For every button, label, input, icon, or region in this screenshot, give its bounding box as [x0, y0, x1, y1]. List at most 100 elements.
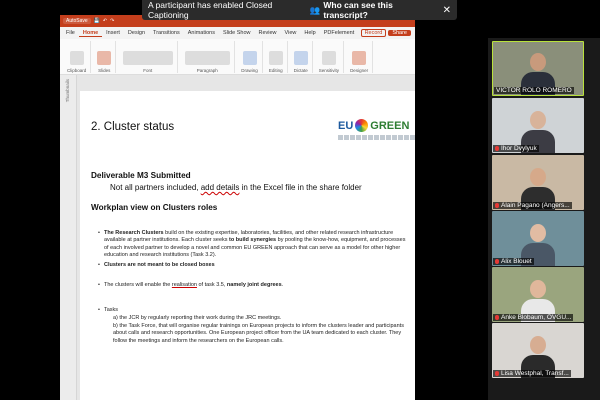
participant-name-text: Alain Pagano (Angers... — [501, 202, 570, 209]
bullet-bold: namely joint degrees — [226, 282, 282, 288]
tab-help[interactable]: Help — [300, 30, 319, 36]
bullet-text: The clusters will enable the — [104, 282, 172, 288]
tab-view[interactable]: View — [281, 30, 301, 36]
participant-name-text: VICTOR ROLO ROMERO — [496, 87, 572, 94]
bullet-bold: to build synergies — [229, 237, 277, 244]
sub-bullet-jcr: a) the JCR by regularly reporting their … — [113, 315, 282, 321]
muted-mic-icon — [495, 202, 499, 208]
ribbon-group-font[interactable]: Font — [118, 41, 179, 73]
ribbon-group-label: Clipboard — [67, 68, 87, 73]
font-controls-icon — [122, 51, 173, 65]
tab-slide-show[interactable]: Slide Show — [219, 30, 255, 36]
ribbon-group-label: Sensitivity — [318, 68, 340, 73]
ribbon-group-label: Slides — [98, 68, 111, 73]
sensitivity-icon — [321, 51, 336, 65]
muted-mic-icon — [495, 145, 499, 151]
ribbon-group-label: Dictate — [293, 68, 308, 73]
close-icon[interactable]: ✕ — [443, 5, 451, 16]
workplan-heading: Workplan view on Clusters roles — [91, 203, 218, 212]
participant-tile[interactable]: Ihor Dvylyuk — [492, 98, 584, 153]
participant-name: Lisa Westphal, Transf... — [493, 370, 571, 377]
redo-icon[interactable]: ↷ — [110, 18, 114, 24]
tab-insert[interactable]: Insert — [102, 30, 124, 36]
participant-tile[interactable]: Alain Pagano (Angers... — [492, 155, 584, 210]
autosave-toggle[interactable]: AutoSave — [63, 18, 91, 24]
bullet-text: of task 3.5, — [196, 282, 227, 288]
bullet-underlined: realisation — [171, 282, 197, 288]
note-underlined: add details — [200, 183, 240, 192]
designer-icon — [352, 51, 367, 65]
participant-tile[interactable]: Anke Blobaum, OVGU... — [492, 267, 584, 322]
ribbon-group-designer[interactable]: Designer — [346, 41, 374, 73]
note-suffix: in the Excel file in the share folder — [239, 183, 362, 192]
who-can-see-transcript-button[interactable]: 👥 Who can see this transcript? — [310, 0, 431, 20]
tab-file[interactable]: File — [62, 30, 79, 36]
muted-mic-icon — [495, 258, 499, 264]
deliverable-heading: Deliverable M3 Submitted — [91, 171, 191, 180]
bullet-not-closed: Clusters are not meant to be closed boxe… — [98, 262, 409, 270]
participant-name-text: Anke Blobaum, OVGU... — [501, 314, 572, 321]
partners-note: Not all partners included, add details i… — [110, 183, 362, 192]
slide-canvas[interactable]: 2. Cluster status EU GREEN Deliverable M… — [80, 91, 415, 400]
tab-transitions[interactable]: Transitions — [149, 30, 184, 36]
bullet-bold: Clusters are not meant to be closed boxe… — [104, 262, 215, 268]
bullet-text: b) the Task Force, that will — [113, 323, 179, 329]
powerpoint-window: AutoSave 💾 ↶ ↷ File Home Insert Design T… — [60, 15, 415, 400]
ribbon-group-sensitivity[interactable]: Sensitivity — [315, 41, 345, 73]
thumbnails-label: Thumbnails — [65, 79, 70, 103]
ribbon-group-paragraph[interactable]: Paragraph — [180, 41, 236, 73]
muted-mic-icon — [495, 314, 499, 320]
participant-name: Alix Blouet — [493, 258, 534, 265]
logo-eu-text: EU — [338, 119, 354, 132]
participant-name: Ihor Dvylyuk — [493, 145, 539, 152]
participant-name-text: Alix Blouet — [501, 258, 532, 265]
logo-subtitle — [338, 135, 415, 140]
microphone-icon — [293, 51, 308, 65]
participant-tile[interactable]: Lisa Westphal, Transf... — [492, 323, 584, 378]
find-icon — [268, 51, 283, 65]
bullet-joint-degrees: The clusters will enable the realisation… — [98, 282, 409, 290]
participant-name: VICTOR ROLO ROMERO — [494, 87, 574, 94]
editor-area: Thumbnails 2. Cluster status EU GREEN De… — [60, 75, 415, 400]
paragraph-controls-icon — [184, 51, 230, 65]
participant-tile[interactable]: Alix Blouet — [492, 211, 584, 266]
bullet-research-clusters: The Research Clusters build on the exist… — [98, 230, 409, 259]
ribbon-group-editing[interactable]: Editing — [265, 41, 288, 73]
logo-burst-icon — [355, 119, 369, 132]
bullet-underlined: organise — [178, 323, 200, 329]
tab-pdfelement[interactable]: PDFelement — [320, 30, 359, 36]
ribbon-group-dictate[interactable]: Dictate — [290, 41, 313, 73]
ribbon-group-drawing[interactable]: Drawing — [237, 41, 263, 73]
ribbon: Clipboard Slides Font Paragraph Drawing … — [60, 39, 415, 75]
participant-name: Anke Blobaum, OVGU... — [493, 314, 574, 321]
participant-tile[interactable]: VICTOR ROLO ROMERO — [492, 41, 584, 96]
sub-bullet-task-force: b) the Task Force, that will organise re… — [113, 323, 413, 345]
caption-message: A participant has enabled Closed Caption… — [148, 0, 273, 20]
people-icon: 👥 — [309, 4, 321, 15]
muted-mic-icon — [495, 370, 499, 376]
new-slide-icon — [97, 51, 112, 65]
eu-green-logo: EU GREEN — [338, 119, 409, 132]
tab-animations[interactable]: Animations — [184, 30, 219, 36]
tab-home[interactable]: Home — [78, 30, 103, 37]
save-icon[interactable]: 💾 — [94, 18, 100, 24]
thumbnail-pane[interactable]: Thumbnails — [60, 75, 77, 400]
record-button[interactable]: Record — [360, 29, 387, 37]
participant-name-text: Lisa Westphal, Transf... — [501, 370, 569, 377]
undo-icon[interactable]: ↶ — [103, 18, 107, 24]
tab-design[interactable]: Design — [124, 30, 149, 36]
participant-name-text: Ihor Dvylyuk — [501, 145, 537, 152]
tab-review[interactable]: Review — [255, 30, 281, 36]
ribbon-group-label: Designer — [350, 68, 369, 73]
ribbon-tabs: File Home Insert Design Transitions Anim… — [60, 27, 415, 39]
paste-icon — [69, 51, 84, 65]
ribbon-group-label: Paragraph — [196, 68, 218, 73]
shapes-icon — [242, 51, 257, 65]
note-prefix: Not all partners included, — [110, 183, 201, 192]
ribbon-group-clipboard[interactable]: Clipboard — [63, 41, 92, 73]
slide-title-text: 2. Cluster status — [91, 121, 175, 133]
ribbon-group-label: Font — [143, 68, 153, 73]
share-button[interactable]: Share — [388, 30, 411, 36]
bullet-bold: The Research Clusters — [104, 230, 164, 236]
ribbon-group-slides[interactable]: Slides — [93, 41, 117, 73]
